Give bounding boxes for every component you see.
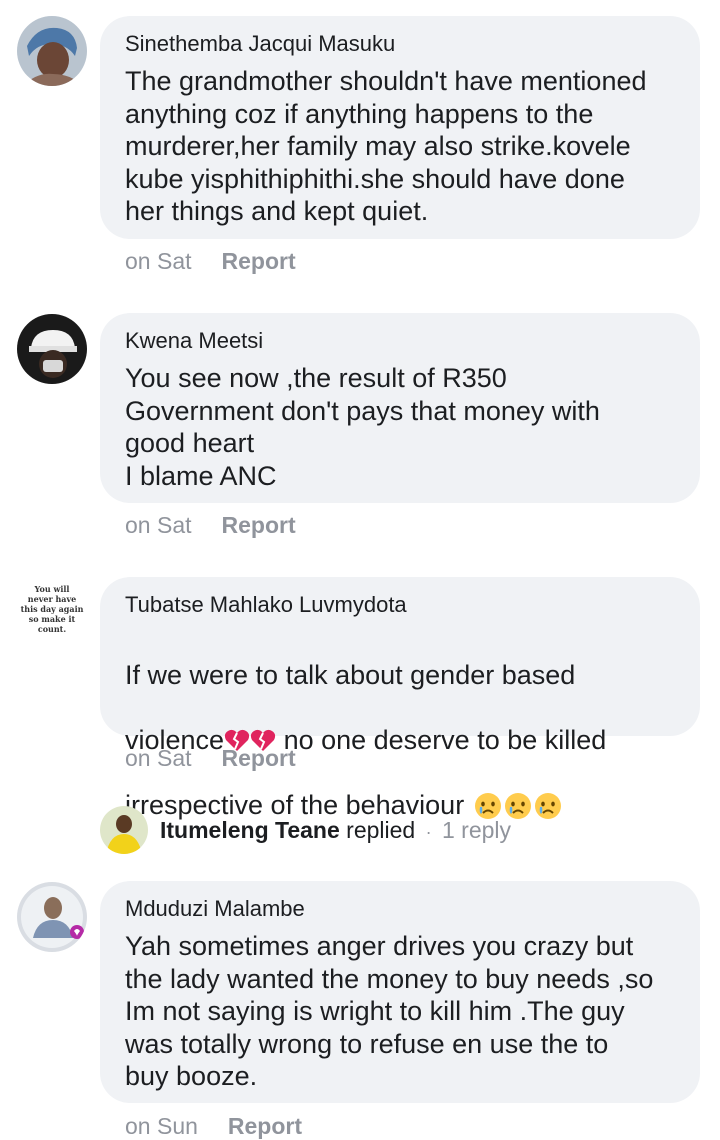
svg-text:so make it: so make it xyxy=(29,614,76,624)
report-button[interactable]: Report xyxy=(222,512,296,539)
comment-text: The grandmother shouldn't have mentioned… xyxy=(125,66,647,226)
comment-meta: on Sat Report xyxy=(125,512,296,539)
comment-bubble: Kwena Meetsi You see now ,the result of … xyxy=(100,313,700,503)
svg-text:You will: You will xyxy=(34,584,70,594)
avatar[interactable] xyxy=(17,314,87,384)
comment-time[interactable]: on Sat xyxy=(125,745,192,772)
comment-time[interactable]: on Sat xyxy=(125,248,192,275)
avatar[interactable] xyxy=(17,882,87,952)
report-button[interactable]: Report xyxy=(222,248,296,275)
reply-count[interactable]: 1 reply xyxy=(442,817,511,843)
avatar[interactable]: You will never have this day again so ma… xyxy=(17,578,87,648)
reply-action: replied xyxy=(346,816,416,843)
view-replies-link[interactable]: Itumeleng Teane replied · 1 reply xyxy=(100,806,511,854)
report-button[interactable]: Report xyxy=(228,1113,302,1140)
comment-bubble: Mduduzi Malambe Yah sometimes anger driv… xyxy=(100,881,700,1103)
comment-time[interactable]: on Sun xyxy=(125,1113,198,1140)
report-button[interactable]: Report xyxy=(222,745,296,772)
comment-author[interactable]: Mduduzi Malambe xyxy=(125,895,676,923)
reply-avatar xyxy=(100,806,148,854)
comment-meta: on Sat Report xyxy=(125,745,296,772)
quote-avatar-image: You will never have this day again so ma… xyxy=(17,578,87,648)
reply-author[interactable]: Itumeleng Teane xyxy=(160,817,340,843)
comment-author[interactable]: Kwena Meetsi xyxy=(125,327,676,355)
svg-text:this day again: this day again xyxy=(21,604,84,614)
comment-text: Yah sometimes anger drives you crazy but… xyxy=(125,931,654,1091)
reply-separator: · xyxy=(425,821,432,842)
comment-meta: on Sun Report xyxy=(125,1113,302,1140)
svg-text:count.: count. xyxy=(38,624,67,634)
avatar[interactable] xyxy=(17,16,87,86)
crying-face-icon xyxy=(534,792,561,819)
reply-summary: Itumeleng Teane replied · 1 reply xyxy=(160,817,511,844)
svg-text:never have: never have xyxy=(28,594,76,604)
comment-author[interactable]: Sinethemba Jacqui Masuku xyxy=(125,30,676,58)
comment-author[interactable]: Tubatse Mahlako Luvmydota xyxy=(125,591,676,619)
comment-time[interactable]: on Sat xyxy=(125,512,192,539)
comment-text-segment: no one deserve to be killed xyxy=(276,724,607,755)
comment-meta: on Sat Report xyxy=(125,248,296,275)
comment-text-line: If we were to talk about gender based xyxy=(125,659,576,690)
comment-bubble: Tubatse Mahlako Luvmydota If we were to … xyxy=(100,577,700,820)
comment-text: You see now ,the result of R350 Governme… xyxy=(125,363,600,491)
comment-bubble: Sinethemba Jacqui Masuku The grandmother… xyxy=(100,16,700,239)
